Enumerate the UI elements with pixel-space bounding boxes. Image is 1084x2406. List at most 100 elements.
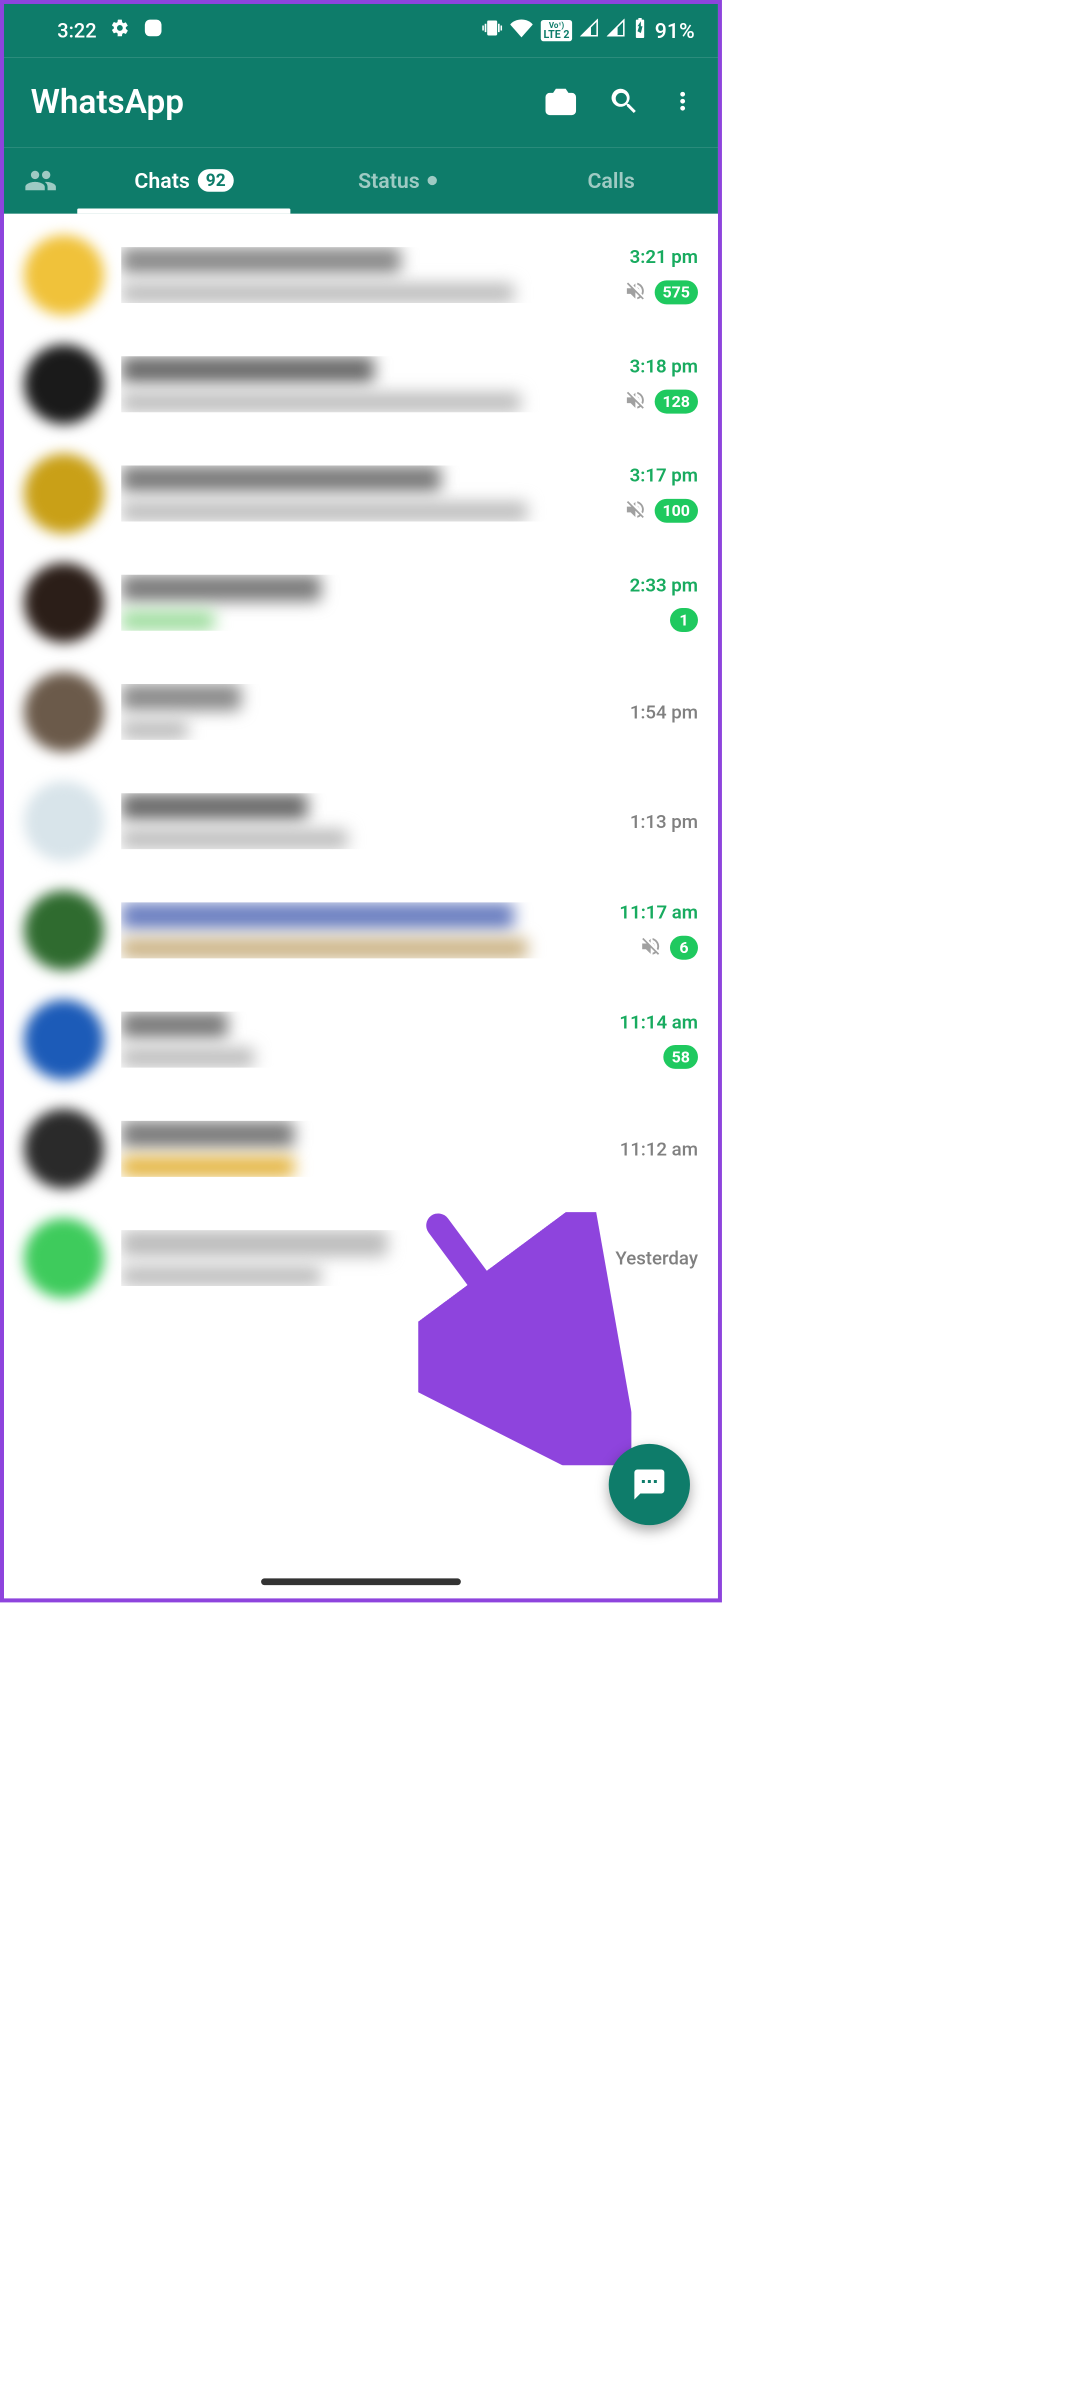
instagram-icon — [143, 18, 163, 43]
tab-status[interactable]: Status — [291, 147, 505, 214]
chat-meta: 3:21 pm 575 — [598, 245, 698, 304]
chat-meta: 3:18 pm 128 — [598, 355, 698, 414]
chat-time: Yesterday — [615, 1247, 698, 1269]
chat-content — [121, 575, 581, 631]
status-dot-icon — [428, 176, 437, 185]
tab-calls-label: Calls — [587, 168, 634, 193]
chat-message-redacted — [121, 938, 527, 958]
unread-count-badge: 128 — [654, 389, 697, 413]
chat-name-redacted — [121, 1230, 387, 1257]
chat-content — [121, 1121, 581, 1177]
muted-icon — [624, 389, 647, 414]
chat-name-redacted — [121, 1121, 294, 1148]
chat-meta-row: 58 — [664, 1045, 698, 1069]
chat-avatar[interactable] — [24, 1109, 104, 1189]
chat-content — [121, 1230, 581, 1286]
chat-message-redacted — [121, 283, 514, 303]
app-title: WhatsApp — [31, 83, 544, 122]
muted-icon — [639, 935, 662, 960]
navigation-pill[interactable] — [261, 1578, 461, 1585]
more-icon[interactable] — [671, 84, 695, 120]
status-bar: 3:22 Vo¹)LTE 2 91% — [4, 4, 718, 57]
tab-chats[interactable]: Chats 92 — [77, 147, 291, 214]
chat-list[interactable]: 3:21 pm 575 3:18 pm 128 3:17 pm 100 2:33 pm1 1:… — [4, 214, 718, 1313]
chat-name-redacted — [121, 1012, 228, 1039]
chat-name-redacted — [121, 356, 374, 383]
chat-avatar[interactable] — [24, 1218, 104, 1298]
new-chat-fab[interactable] — [609, 1444, 690, 1525]
new-chat-icon — [631, 1467, 667, 1503]
app-actions — [544, 84, 701, 120]
chat-avatar[interactable] — [24, 344, 104, 424]
chat-row[interactable]: Yesterday — [4, 1203, 718, 1312]
muted-icon — [624, 279, 647, 304]
chat-content — [121, 1012, 581, 1068]
chat-row[interactable]: 1:54 pm — [4, 657, 718, 766]
unread-count-badge: 1 — [670, 608, 698, 632]
chat-row[interactable]: 2:33 pm1 — [4, 548, 718, 657]
chat-meta: 11:14 am 58 — [598, 1011, 698, 1069]
chat-avatar[interactable] — [24, 672, 104, 752]
chat-meta: 3:17 pm 100 — [598, 464, 698, 523]
battery-percent: 91% — [655, 18, 695, 43]
tab-chats-label: Chats — [134, 168, 189, 193]
chat-row[interactable]: 3:17 pm 100 — [4, 439, 718, 548]
volte-icon: Vo¹)LTE 2 — [541, 20, 572, 41]
tab-calls[interactable]: Calls — [504, 147, 718, 214]
chat-time: 11:17 am — [619, 901, 698, 923]
chat-time: 3:21 pm — [630, 245, 698, 267]
chat-message-redacted — [121, 1157, 294, 1177]
chat-avatar[interactable] — [24, 781, 104, 861]
chat-name-redacted — [121, 247, 401, 274]
chat-avatar[interactable] — [24, 454, 104, 534]
chat-content — [121, 356, 581, 412]
chat-row[interactable]: 11:12 am — [4, 1094, 718, 1203]
chat-meta: 1:54 pm — [598, 701, 698, 723]
status-time: 3:22 — [57, 19, 96, 42]
chat-time: 1:54 pm — [630, 701, 698, 723]
chat-meta: Yesterday — [598, 1247, 698, 1269]
muted-icon — [624, 498, 647, 523]
tab-communities[interactable] — [4, 164, 77, 197]
chat-content — [121, 684, 581, 740]
tab-chats-badge: 92 — [198, 169, 234, 192]
vibrate-icon — [482, 18, 502, 43]
chat-meta-row: 128 — [624, 389, 698, 414]
camera-icon[interactable] — [544, 84, 577, 120]
chat-message-redacted — [121, 829, 347, 849]
chat-message-redacted — [121, 720, 188, 740]
chat-row[interactable]: 11:17 am 6 — [4, 876, 718, 985]
chat-row[interactable]: 11:14 am 58 — [4, 985, 718, 1094]
chat-content — [121, 466, 581, 522]
chat-row[interactable]: 3:18 pm 128 — [4, 330, 718, 439]
chat-content — [121, 902, 581, 958]
signal-icon-2 — [607, 19, 626, 43]
chat-time: 11:14 am — [619, 1011, 698, 1033]
chat-time: 3:17 pm — [630, 464, 698, 486]
chat-time: 1:13 pm — [630, 810, 698, 832]
chat-meta-row: 100 — [624, 498, 698, 523]
chat-meta: 11:12 am — [598, 1138, 698, 1160]
unread-count-badge: 58 — [664, 1045, 698, 1069]
chat-row[interactable]: 3:21 pm 575 — [4, 220, 718, 329]
chat-name-redacted — [121, 684, 241, 711]
chat-time: 3:18 pm — [630, 355, 698, 377]
chat-message-redacted — [121, 392, 521, 412]
chat-avatar[interactable] — [24, 235, 104, 315]
chat-avatar[interactable] — [24, 563, 104, 643]
chat-meta-row: 575 — [624, 279, 698, 304]
chat-name-redacted — [121, 793, 307, 820]
tab-bar: Chats 92 Status Calls — [4, 147, 718, 214]
search-icon[interactable] — [607, 84, 640, 120]
chat-name-redacted — [121, 575, 321, 602]
app-bar: WhatsApp — [4, 57, 718, 147]
chat-row[interactable]: 1:13 pm — [4, 767, 718, 876]
chat-time: 11:12 am — [620, 1138, 698, 1160]
chat-name-redacted — [121, 466, 441, 493]
settings-icon — [110, 18, 130, 43]
chat-message-redacted — [121, 1266, 321, 1286]
chat-avatar[interactable] — [24, 1000, 104, 1080]
chat-meta-row: 6 — [639, 935, 698, 960]
chat-avatar[interactable] — [24, 890, 104, 970]
chat-meta: 1:13 pm — [598, 810, 698, 832]
